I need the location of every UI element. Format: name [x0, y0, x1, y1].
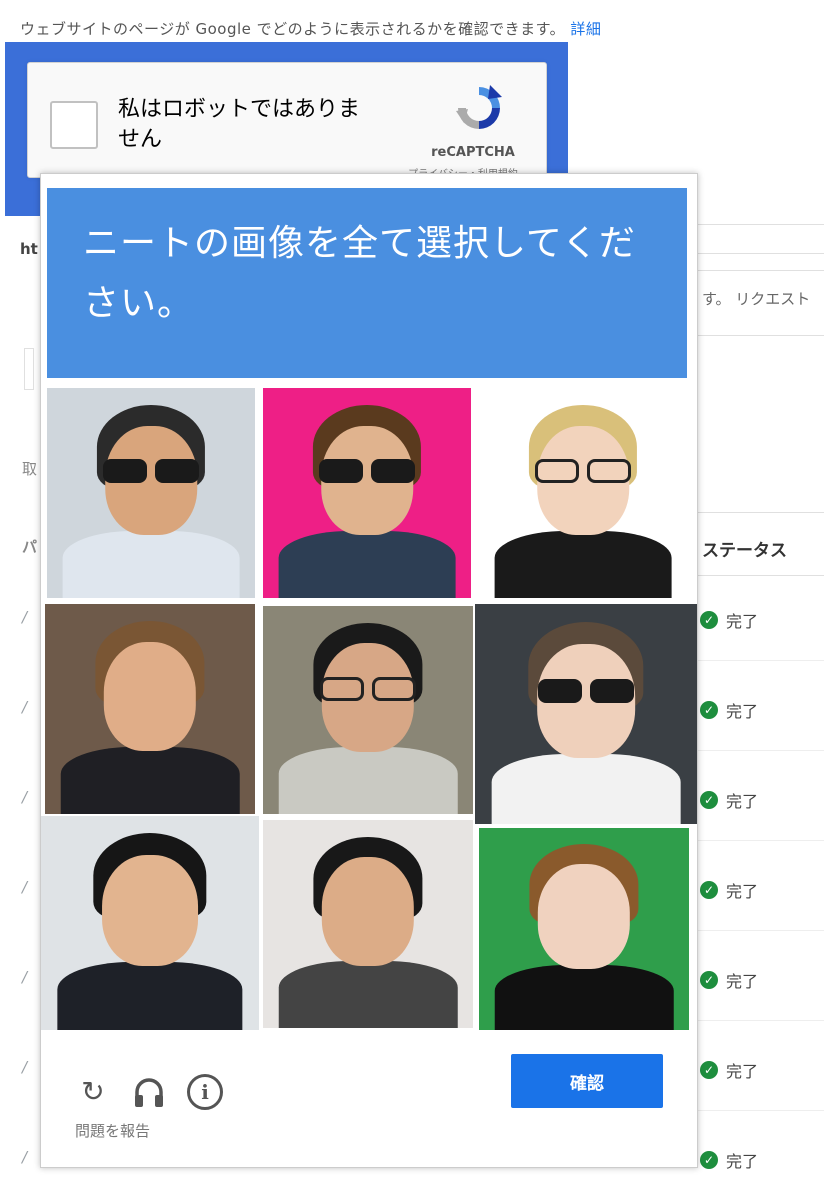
- background-field: [686, 224, 824, 254]
- status-text: 完了: [726, 792, 759, 811]
- person-torso: [62, 530, 240, 598]
- image-tile[interactable]: [41, 816, 259, 1030]
- details-link[interactable]: 詳細: [570, 20, 601, 38]
- image-tile[interactable]: [479, 388, 687, 598]
- row-divider: [690, 750, 824, 751]
- recaptcha-widget: 私はロボットではありません reCAPTCHA プライバシー・利用規約: [27, 62, 547, 180]
- image-tile[interactable]: [45, 604, 255, 814]
- image-tile[interactable]: [47, 388, 255, 598]
- recaptcha-checkbox[interactable]: [50, 101, 98, 149]
- image-tile[interactable]: [475, 604, 697, 824]
- row-link[interactable]: /: [22, 1058, 27, 1076]
- challenge-footer: ↻ i 問題を報告 確認: [41, 1034, 697, 1167]
- glasses: [320, 676, 416, 701]
- image-tile[interactable]: [479, 828, 689, 1030]
- background-control: [24, 348, 34, 390]
- row-divider: [690, 840, 824, 841]
- check-icon: ✓: [700, 881, 718, 899]
- person-face: [103, 641, 197, 751]
- challenge-header: ニートの画像を全て選択してください。: [47, 188, 687, 378]
- row-link[interactable]: /: [22, 608, 27, 626]
- row-divider: [690, 1020, 824, 1021]
- status-cell: ✓ 完了: [700, 698, 758, 722]
- image-tile[interactable]: [263, 820, 473, 1028]
- status-text: 完了: [726, 612, 759, 631]
- person-torso: [278, 961, 458, 1028]
- person-face: [537, 864, 631, 970]
- report-problem-link[interactable]: 問題を報告: [75, 1120, 150, 1141]
- captcha-challenge: ニートの画像を全て選択してください。 ↻ i 問題を報告 確認: [40, 173, 698, 1168]
- person-torso: [278, 747, 458, 814]
- status-cell: ✓ 完了: [700, 878, 758, 902]
- row-divider: [690, 930, 824, 931]
- url-fragment: ht: [20, 240, 38, 258]
- request-fragment: す。 リクエスト: [702, 290, 811, 308]
- check-icon: ✓: [700, 791, 718, 809]
- person-face: [321, 857, 415, 966]
- side-fragment: 取: [22, 460, 38, 478]
- glasses: [103, 459, 199, 484]
- image-tile[interactable]: [263, 388, 471, 598]
- status-cell: ✓ 完了: [700, 608, 758, 632]
- glasses: [538, 678, 634, 703]
- page-description: ウェブサイトのページが Google でどのように表示されるかを確認できます。 …: [20, 18, 601, 39]
- row-link[interactable]: /: [22, 698, 27, 716]
- info-icon[interactable]: i: [187, 1074, 223, 1110]
- status-text: 完了: [726, 702, 759, 721]
- row-divider: [690, 660, 824, 661]
- row-link[interactable]: /: [22, 1148, 27, 1166]
- challenge-title: ニートの画像を全て選択してください。: [83, 223, 636, 324]
- person-torso: [494, 530, 672, 598]
- status-cell: ✓ 完了: [700, 968, 758, 992]
- status-text: 完了: [726, 882, 759, 901]
- row-divider: [690, 1110, 824, 1111]
- row-link[interactable]: /: [22, 878, 27, 896]
- check-icon: ✓: [700, 1061, 718, 1079]
- check-icon: ✓: [700, 1151, 718, 1169]
- status-text: 完了: [726, 1152, 759, 1171]
- glasses: [319, 459, 415, 484]
- check-icon: ✓: [700, 611, 718, 629]
- check-icon: ✓: [700, 701, 718, 719]
- verify-button[interactable]: 確認: [511, 1054, 663, 1108]
- column-fragment: パ: [22, 538, 38, 556]
- row-link[interactable]: /: [22, 788, 27, 806]
- page-description-text: ウェブサイトのページが Google でどのように表示されるかを確認できます。: [20, 20, 566, 38]
- person-torso: [278, 530, 456, 598]
- status-column-header: ステータス: [702, 541, 787, 561]
- headphones-icon[interactable]: [131, 1074, 167, 1110]
- status-text: 完了: [726, 1062, 759, 1081]
- person-torso: [57, 961, 243, 1030]
- person-torso: [60, 746, 240, 814]
- recaptcha-logo-icon: [456, 85, 502, 129]
- status-text: 完了: [726, 972, 759, 991]
- image-tile[interactable]: [263, 606, 473, 814]
- row-link[interactable]: /: [22, 968, 27, 986]
- status-cell: ✓ 完了: [700, 1058, 758, 1082]
- person-face: [102, 854, 198, 966]
- recaptcha-brand: reCAPTCHA: [431, 145, 515, 160]
- person-torso: [494, 965, 674, 1030]
- person-torso: [491, 753, 681, 824]
- status-cell: ✓ 完了: [700, 1148, 758, 1172]
- check-icon: ✓: [700, 971, 718, 989]
- status-cell: ✓ 完了: [700, 788, 758, 812]
- recaptcha-label: 私はロボットではありません: [118, 97, 361, 152]
- glasses: [535, 459, 631, 484]
- reload-icon[interactable]: ↻: [75, 1074, 111, 1110]
